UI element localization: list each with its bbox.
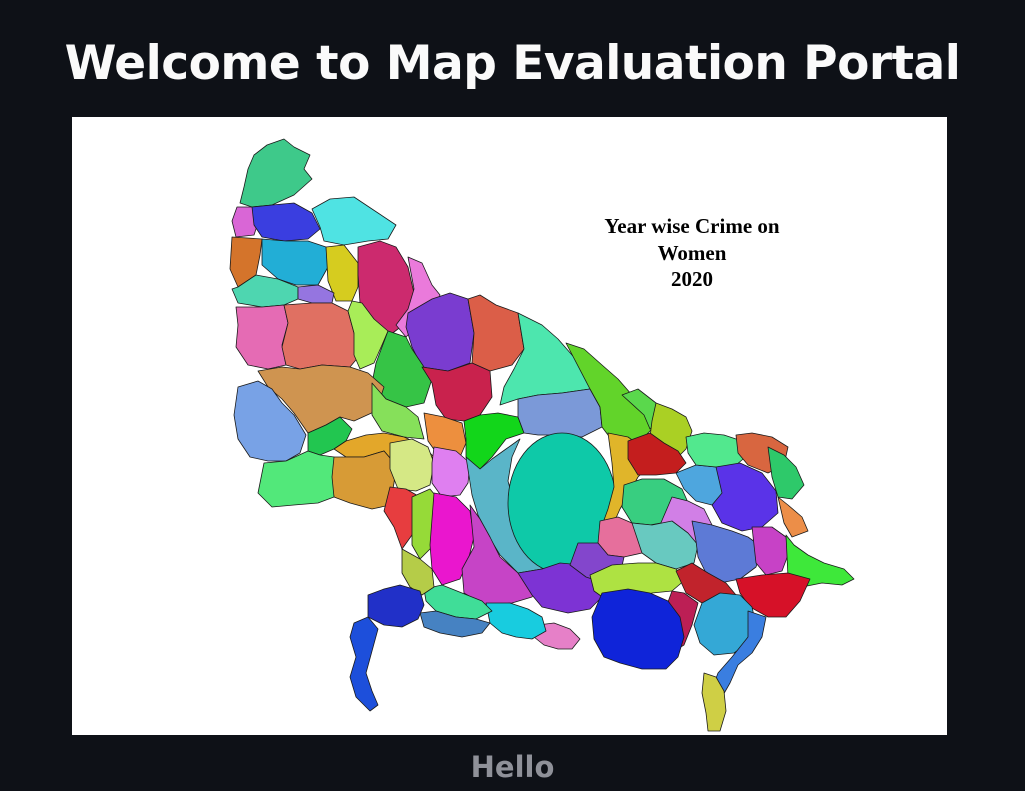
map-district [517,388,603,438]
map-district [777,496,809,538]
map-heading-line: 2020 [671,267,713,291]
map-district [349,616,379,712]
map-heading-line: Women [657,240,727,265]
map-district [751,526,789,576]
map-district [389,438,435,492]
image-caption: Hello [470,750,555,784]
map-district [235,304,289,370]
map-district [297,284,335,304]
page-title: Welcome to Map Evaluation Portal [64,36,961,91]
map-district [311,196,397,246]
map-district [485,602,547,640]
map-district [431,446,471,498]
map-district [367,584,425,628]
map-district [251,202,321,242]
map-district [467,294,525,372]
map-heading-line: Year wise Crime on [604,214,780,238]
map-district [239,138,313,208]
map-image: Year wise Crime on Women 2020 [72,117,947,735]
map-district [421,362,493,422]
choropleth-map [229,138,855,732]
map-district [329,450,397,510]
map-heading: Year wise Crime on Women 2020 [572,213,812,293]
